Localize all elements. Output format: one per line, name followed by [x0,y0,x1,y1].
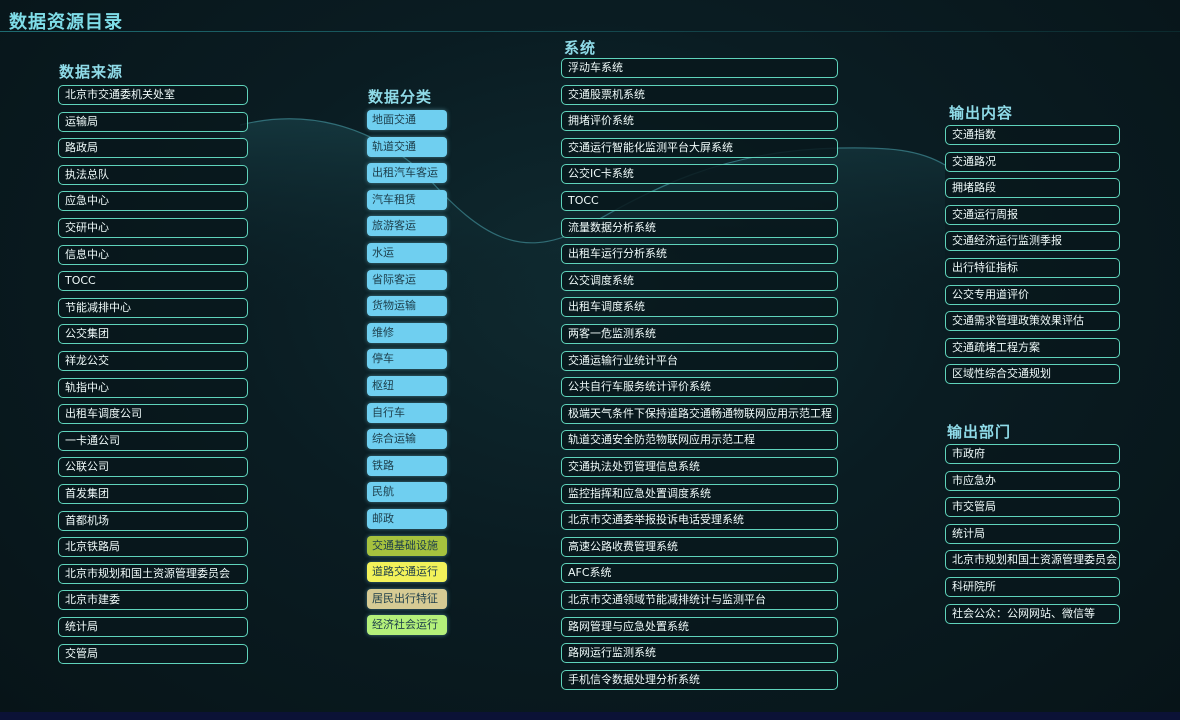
system-item[interactable]: 路网管理与应急处置系统 [561,617,838,637]
source-item[interactable]: 一卡通公司 [58,431,248,451]
system-item[interactable]: 轨道交通安全防范物联网应用示范工程 [561,430,838,450]
source-item[interactable]: 北京市规划和国土资源管理委员会 [58,564,248,584]
source-item[interactable]: 节能减排中心 [58,298,248,318]
category-item[interactable]: 水运 [367,243,447,263]
source-item[interactable]: 北京市交通委机关处室 [58,85,248,105]
source-item[interactable]: 首都机场 [58,511,248,531]
outputs-title: 输出内容 [949,104,1014,122]
source-item[interactable]: 北京市建委 [58,590,248,610]
system-item[interactable]: 拥堵评价系统 [561,111,838,131]
source-item[interactable]: 信息中心 [58,245,248,265]
source-item[interactable]: 交管局 [58,644,248,664]
categories-title: 数据分类 [368,88,433,106]
page-title: 数据资源目录 [9,12,123,33]
source-item[interactable]: 祥龙公交 [58,351,248,371]
system-item[interactable]: 北京市交通委举报投诉电话受理系统 [561,510,838,530]
source-item[interactable]: 公联公司 [58,457,248,477]
category-item[interactable]: 轨道交通 [367,137,447,157]
source-item[interactable]: 应急中心 [58,191,248,211]
category-item[interactable]: 自行车 [367,403,447,423]
source-item[interactable]: 首发集团 [58,484,248,504]
system-item[interactable]: AFC系统 [561,563,838,583]
category-item[interactable]: 货物运输 [367,296,447,316]
source-item[interactable]: 统计局 [58,617,248,637]
system-item[interactable]: 公交IC卡系统 [561,164,838,184]
source-item[interactable]: 交研中心 [58,218,248,238]
source-item[interactable]: 运输局 [58,112,248,132]
source-item[interactable]: 执法总队 [58,165,248,185]
category-item[interactable]: 经济社会运行 [367,615,447,635]
system-item[interactable]: 北京市交通领域节能减排统计与监测平台 [561,590,838,610]
output-item[interactable]: 交通指数 [945,125,1120,145]
system-item[interactable]: 交通运行智能化监测平台大屏系统 [561,138,838,158]
source-item[interactable]: 出租车调度公司 [58,404,248,424]
output-item[interactable]: 交通路况 [945,152,1120,172]
department-item[interactable]: 北京市规划和国土资源管理委员会 [945,550,1120,570]
source-item[interactable]: 公交集团 [58,324,248,344]
output-item[interactable]: 出行特征指标 [945,258,1120,278]
system-item[interactable]: 出租车运行分析系统 [561,244,838,264]
category-item[interactable]: 交通基础设施 [367,536,447,556]
output-item[interactable]: 交通疏堵工程方案 [945,338,1120,358]
system-item[interactable]: 公共自行车服务统计评价系统 [561,377,838,397]
category-item[interactable]: 邮政 [367,509,447,529]
system-item[interactable]: TOCC [561,191,838,211]
department-item[interactable]: 科研院所 [945,577,1120,597]
header-divider [0,31,1180,32]
output-item[interactable]: 交通运行周报 [945,205,1120,225]
department-item[interactable]: 社会公众：公网网站、微信等 [945,604,1120,624]
category-item[interactable]: 民航 [367,482,447,502]
department-item[interactable]: 统计局 [945,524,1120,544]
source-item[interactable]: 轨指中心 [58,378,248,398]
department-item[interactable]: 市交管局 [945,497,1120,517]
system-item[interactable]: 高速公路收费管理系统 [561,537,838,557]
output-item[interactable]: 区域性综合交通规划 [945,364,1120,384]
source-item[interactable]: 北京铁路局 [58,537,248,557]
system-item[interactable]: 交通股票机系统 [561,85,838,105]
systems-title: 系统 [564,39,597,57]
bottom-bar [0,712,1180,720]
output-item[interactable]: 拥堵路段 [945,178,1120,198]
category-item[interactable]: 省际客运 [367,270,447,290]
category-item[interactable]: 停车 [367,349,447,369]
output-item[interactable]: 交通需求管理政策效果评估 [945,311,1120,331]
system-item[interactable]: 路网运行监测系统 [561,643,838,663]
source-item[interactable]: TOCC [58,271,248,291]
system-item[interactable]: 交通运输行业统计平台 [561,351,838,371]
category-item[interactable]: 旅游客运 [367,216,447,236]
system-item[interactable]: 监控指挥和应急处置调度系统 [561,484,838,504]
system-item[interactable]: 手机信令数据处理分析系统 [561,670,838,690]
system-item[interactable]: 出租车调度系统 [561,297,838,317]
departments-title: 输出部门 [947,423,1012,441]
category-item[interactable]: 居民出行特征 [367,589,447,609]
category-item[interactable]: 综合运输 [367,429,447,449]
category-item[interactable]: 出租汽车客运 [367,163,447,183]
category-item[interactable]: 铁路 [367,456,447,476]
category-item[interactable]: 枢纽 [367,376,447,396]
category-item[interactable]: 地面交通 [367,110,447,130]
system-item[interactable]: 两客一危监测系统 [561,324,838,344]
output-item[interactable]: 公交专用道评价 [945,285,1120,305]
system-item[interactable]: 流量数据分析系统 [561,218,838,238]
output-item[interactable]: 交通经济运行监测季报 [945,231,1120,251]
department-item[interactable]: 市应急办 [945,471,1120,491]
category-item[interactable]: 维修 [367,323,447,343]
system-item[interactable]: 浮动车系统 [561,58,838,78]
system-item[interactable]: 极端天气条件下保持道路交通畅通物联网应用示范工程 [561,404,838,424]
sources-title: 数据来源 [59,63,124,81]
system-item[interactable]: 公交调度系统 [561,271,838,291]
category-item[interactable]: 汽车租赁 [367,190,447,210]
department-item[interactable]: 市政府 [945,444,1120,464]
source-item[interactable]: 路政局 [58,138,248,158]
category-item[interactable]: 道路交通运行 [367,562,447,582]
system-item[interactable]: 交通执法处罚管理信息系统 [561,457,838,477]
